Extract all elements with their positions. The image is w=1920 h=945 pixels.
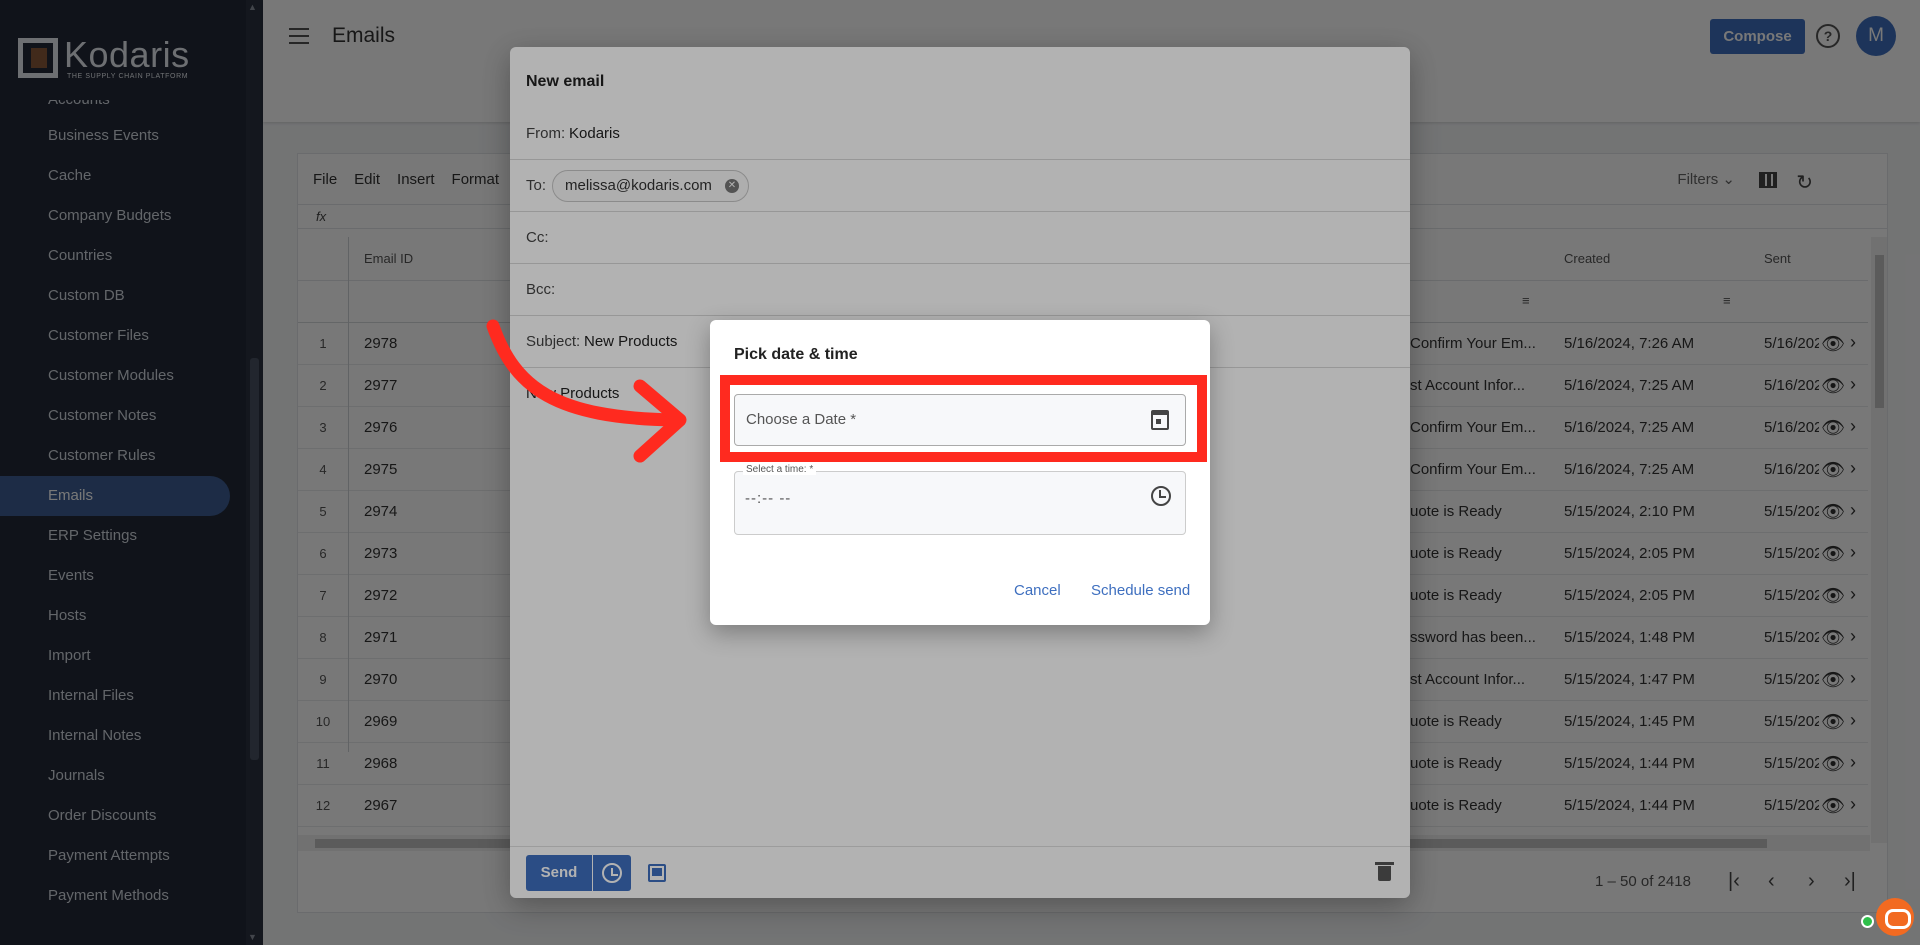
schedule-send-confirm-button[interactable]: Schedule send bbox=[1091, 582, 1190, 599]
time-input[interactable]: --:-- -- bbox=[734, 471, 1186, 535]
chat-icon[interactable] bbox=[1876, 898, 1914, 936]
time-label: Select a time: * bbox=[743, 464, 817, 475]
cancel-button[interactable]: Cancel bbox=[1014, 582, 1061, 599]
picker-title: Pick date & time bbox=[734, 346, 858, 363]
time-value: --:-- -- bbox=[745, 490, 792, 507]
clock-icon[interactable] bbox=[1151, 486, 1171, 506]
pick-date-time-dialog: Pick date & time Choose a Date * --:-- -… bbox=[710, 320, 1210, 625]
pointer-arrow-icon bbox=[486, 319, 687, 463]
online-status-dot bbox=[1861, 915, 1874, 928]
highlight-box bbox=[720, 375, 1207, 462]
